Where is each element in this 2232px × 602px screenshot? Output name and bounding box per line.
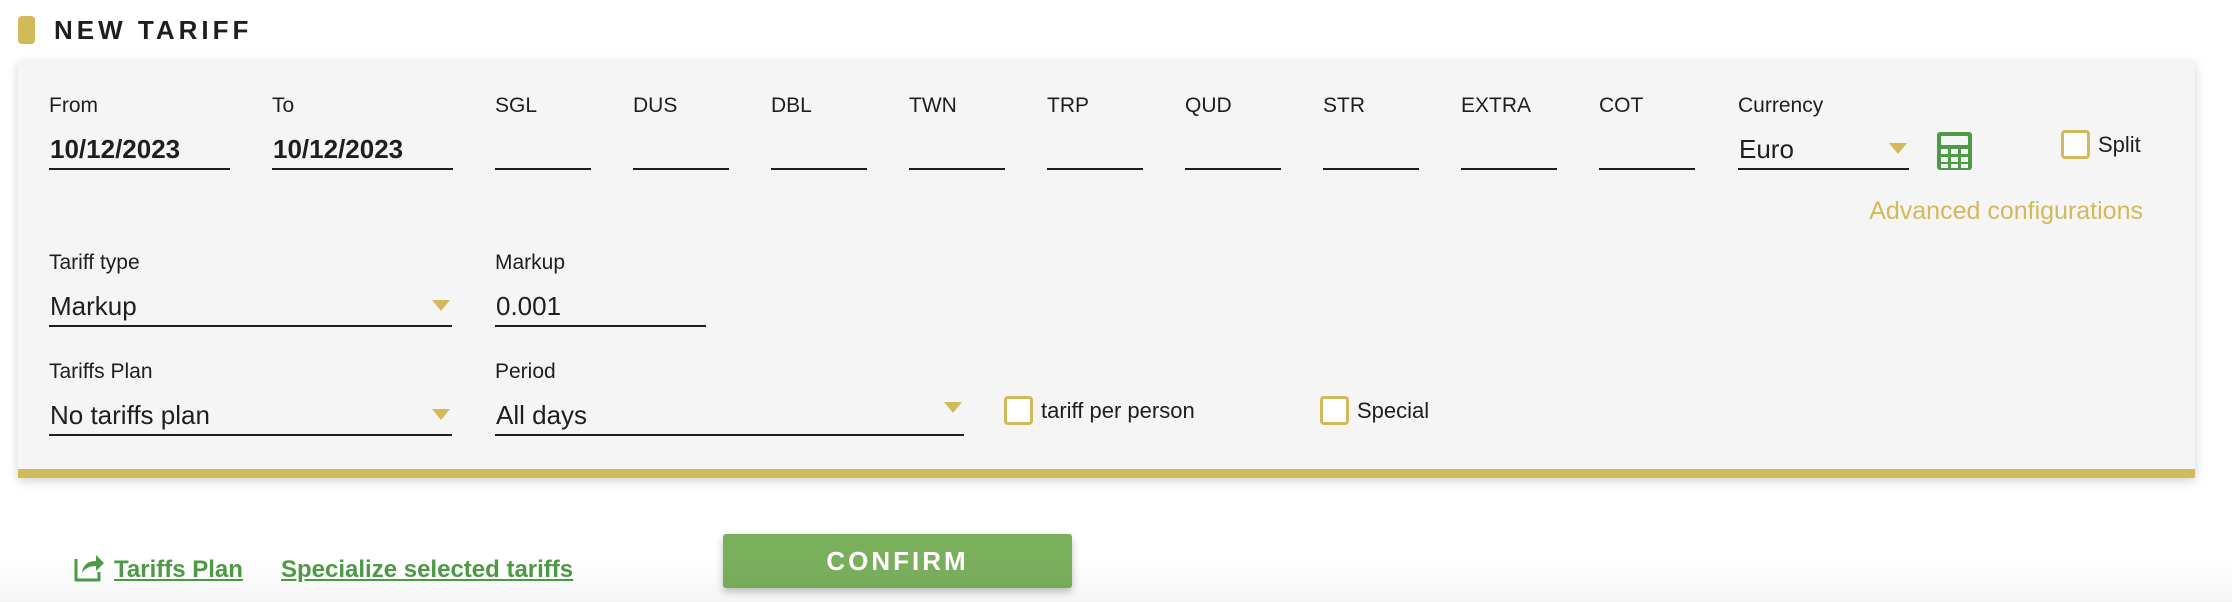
- markup-input[interactable]: 0.001: [495, 289, 706, 327]
- period-label: Period: [495, 360, 556, 383]
- calculator-icon[interactable]: [1936, 131, 1973, 171]
- section-header: NEW TARIFF: [18, 12, 252, 48]
- qud-label: QUD: [1185, 94, 1232, 117]
- to-field: To 10/12/2023: [272, 94, 453, 170]
- dus-field: DUS: [633, 94, 729, 170]
- chevron-down-icon: [432, 300, 450, 311]
- trp-input[interactable]: [1047, 132, 1143, 170]
- tariff-per-person-box[interactable]: [1004, 396, 1033, 425]
- twn-input[interactable]: [909, 132, 1005, 170]
- currency-value: Euro: [1739, 134, 1794, 164]
- markup-label: Markup: [495, 251, 566, 274]
- advanced-configurations-link[interactable]: Advanced configurations: [1869, 197, 2143, 226]
- tariffs-plan-select[interactable]: No tariffs plan: [49, 398, 452, 436]
- markup-field: Markup 0.001: [495, 251, 706, 327]
- specialize-selected-tariffs-link[interactable]: Specialize selected tariffs: [281, 556, 573, 584]
- tariff-type-label: Tariff type: [49, 251, 140, 274]
- twn-label: TWN: [909, 94, 957, 117]
- extra-label: EXTRA: [1461, 94, 1532, 117]
- from-label: From: [49, 94, 98, 117]
- dus-label: DUS: [633, 94, 678, 117]
- currency-select[interactable]: Euro: [1738, 132, 1909, 170]
- split-checkbox-box[interactable]: [2061, 130, 2090, 159]
- special-label: Special: [1357, 397, 1430, 423]
- tariff-per-person-checkbox[interactable]: tariff per person: [1004, 396, 1195, 425]
- period-value: All days: [496, 400, 588, 430]
- split-checkbox[interactable]: Split: [2061, 130, 2141, 159]
- from-field: From 10/12/2023: [49, 94, 230, 170]
- str-field: STR: [1323, 94, 1419, 170]
- tariffs-plan-value: No tariffs plan: [50, 400, 210, 430]
- dbl-field: DBL: [771, 94, 867, 170]
- tariffs-plan-label: Tariffs Plan: [49, 360, 153, 383]
- twn-field: TWN: [909, 94, 1005, 170]
- qud-field: QUD: [1185, 94, 1281, 170]
- to-label: To: [272, 94, 295, 117]
- chevron-down-icon: [432, 409, 450, 420]
- period-field: Period All days: [495, 360, 964, 436]
- period-select[interactable]: All days: [495, 398, 964, 436]
- cot-label: COT: [1599, 94, 1644, 117]
- tariffs-plan-field: Tariffs Plan No tariffs plan: [49, 360, 452, 436]
- str-label: STR: [1323, 94, 1365, 117]
- from-input[interactable]: 10/12/2023: [49, 132, 230, 170]
- to-input[interactable]: 10/12/2023: [272, 132, 453, 170]
- split-label: Split: [2098, 131, 2141, 157]
- tariff-type-field: Tariff type Markup: [49, 251, 452, 327]
- cot-field: COT: [1599, 94, 1695, 170]
- section-marker: [18, 16, 35, 44]
- tariff-type-select[interactable]: Markup: [49, 289, 452, 327]
- dus-input[interactable]: [633, 132, 729, 170]
- str-input[interactable]: [1323, 132, 1419, 170]
- dbl-label: DBL: [771, 94, 812, 117]
- dbl-input[interactable]: [771, 132, 867, 170]
- sgl-field: SGL: [495, 94, 591, 170]
- tariff-type-value: Markup: [50, 291, 137, 321]
- currency-label: Currency: [1738, 94, 1824, 117]
- tariff-per-person-label: tariff per person: [1041, 397, 1195, 423]
- chevron-down-icon: [944, 402, 962, 413]
- tariff-form-panel: From 10/12/2023 To 10/12/2023 SGL DUS DB…: [18, 61, 2195, 478]
- share-icon[interactable]: [72, 551, 106, 583]
- section-title: NEW TARIFF: [54, 14, 253, 45]
- sgl-label: SGL: [495, 94, 538, 117]
- qud-input[interactable]: [1185, 132, 1281, 170]
- trp-label: TRP: [1047, 94, 1089, 117]
- trp-field: TRP: [1047, 94, 1143, 170]
- new-tariff-page: NEW TARIFF From 10/12/2023 To 10/12/2023…: [0, 0, 2232, 602]
- special-box[interactable]: [1320, 396, 1349, 425]
- extra-field: EXTRA: [1461, 94, 1557, 170]
- extra-input[interactable]: [1461, 132, 1557, 170]
- tariffs-plan-link[interactable]: Tariffs Plan: [114, 556, 243, 584]
- currency-field: Currency Euro: [1738, 94, 1909, 170]
- chevron-down-icon: [1889, 143, 1907, 154]
- confirm-button[interactable]: CONFIRM: [723, 534, 1072, 588]
- special-checkbox[interactable]: Special: [1320, 396, 1429, 425]
- sgl-input[interactable]: [495, 132, 591, 170]
- cot-input[interactable]: [1599, 132, 1695, 170]
